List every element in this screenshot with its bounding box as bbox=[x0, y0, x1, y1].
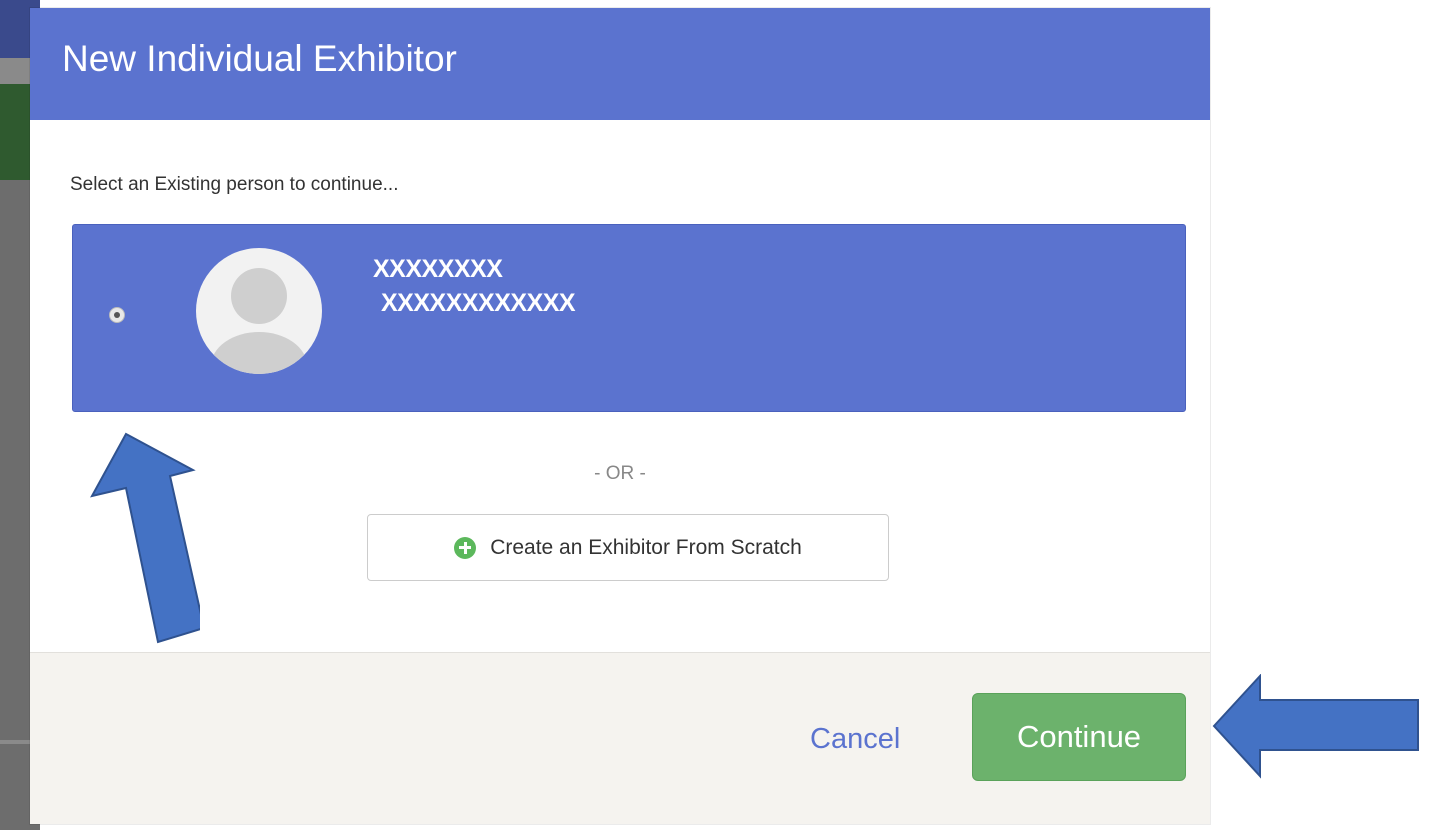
modal-footer: Cancel Continue bbox=[30, 652, 1210, 824]
modal-header: New Individual Exhibitor bbox=[30, 8, 1210, 120]
modal-title: New Individual Exhibitor bbox=[62, 38, 457, 79]
person-radio-button[interactable] bbox=[109, 307, 125, 323]
existing-person-option[interactable]: XXXXXXXX XXXXXXXXXXXX bbox=[72, 224, 1186, 412]
default-avatar-icon bbox=[196, 248, 322, 374]
new-exhibitor-modal: New Individual Exhibitor Select an Exist… bbox=[30, 8, 1210, 824]
person-name: XXXXXXXX bbox=[373, 255, 503, 283]
arrow-left-icon bbox=[1212, 674, 1419, 779]
person-detail: XXXXXXXXXXXX bbox=[381, 289, 576, 317]
create-button-label: Create an Exhibitor From Scratch bbox=[490, 535, 802, 559]
screenshot-stage: New Individual Exhibitor Select an Exist… bbox=[0, 0, 1453, 830]
avatar-silhouette bbox=[211, 268, 307, 374]
or-divider: - OR - bbox=[594, 463, 646, 484]
select-instruction: Select an Existing person to continue... bbox=[70, 174, 399, 195]
arrow-up-icon bbox=[90, 432, 200, 644]
continue-button[interactable]: Continue bbox=[972, 693, 1186, 781]
plus-circle-icon bbox=[454, 536, 477, 559]
create-from-scratch-button[interactable]: Create an Exhibitor From Scratch bbox=[367, 514, 889, 581]
cancel-button[interactable]: Cancel bbox=[810, 723, 900, 756]
